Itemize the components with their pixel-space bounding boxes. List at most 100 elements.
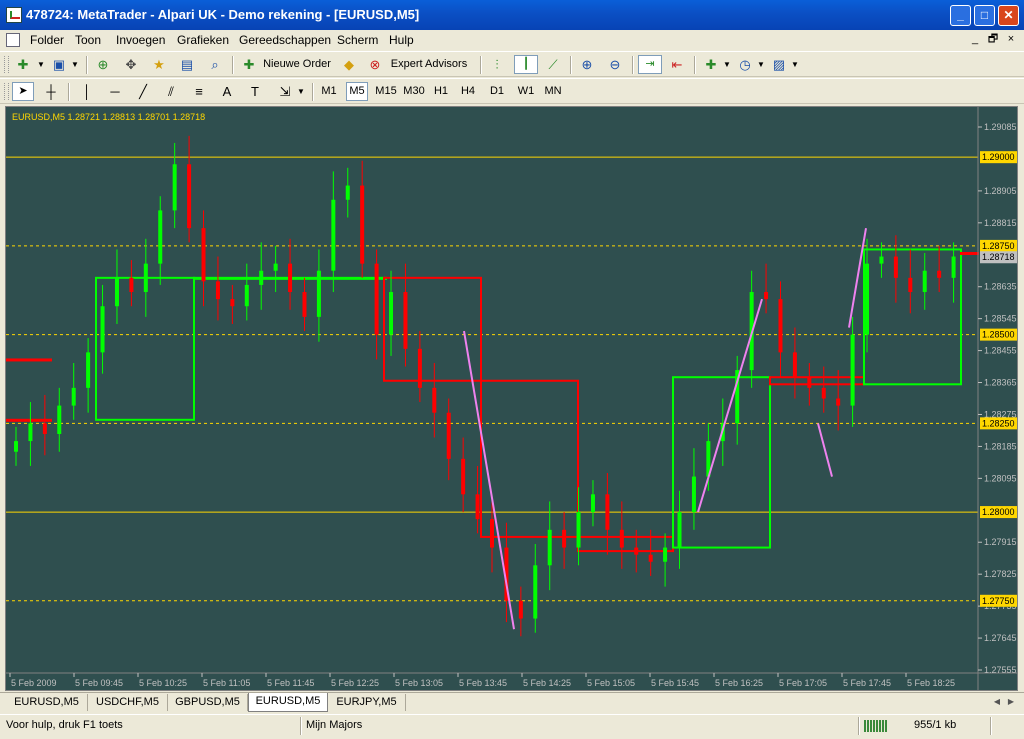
text-tool[interactable]: A [218, 83, 236, 101]
mdi-close-button[interactable]: × [1004, 32, 1018, 46]
equidistant-channel-icon[interactable]: ⫽ [162, 83, 180, 101]
dropdown-arrow-icon[interactable]: ▼ [32, 56, 50, 74]
navigator-icon[interactable]: ✥ [122, 56, 140, 74]
trendline-icon[interactable]: ╱ [134, 83, 152, 101]
expert-advisors-button[interactable]: Expert Advisors [388, 55, 470, 74]
chart-window[interactable]: 1.29085 1.28905 1.28815 1.28635 1.28545 1.284… [5, 106, 1018, 691]
chart-shift-icon[interactable]: ⇤ [668, 56, 686, 74]
time-axis-label: 5 Feb 11:45 [267, 678, 314, 688]
time-axis-label: 5 Feb 12:25 [331, 678, 379, 688]
menu-folder[interactable]: Folder [30, 33, 64, 47]
tab-usdchf-m5[interactable]: USDCHF,M5 [88, 694, 168, 711]
trend-line [697, 298, 763, 513]
zoom-out-icon[interactable]: ⊖ [606, 56, 624, 74]
candle-body [792, 352, 797, 378]
tab-gbpusd-m5[interactable]: GBPUSD,M5 [168, 694, 248, 711]
horizontal-line-icon[interactable]: ─ [106, 83, 124, 101]
menu-bar: Folder Toon Invoegen Grafieken Gereedsch… [0, 30, 1024, 50]
chart-document-icon[interactable] [6, 33, 20, 47]
candle-body [836, 398, 841, 406]
timeframe-d1-button[interactable]: D1 [487, 82, 507, 101]
menu-gereedschappen[interactable]: Gereedschappen [239, 33, 331, 47]
new-chart-icon[interactable]: ✚ [14, 56, 32, 74]
timeframe-m30-button[interactable]: M30 [401, 82, 427, 101]
metatrader-app-icon[interactable] [6, 7, 22, 23]
price-axis-label: 1.29085 [984, 122, 1017, 132]
line-chart-icon[interactable]: ⟋ [544, 56, 562, 74]
candle-body [302, 292, 307, 317]
price-level-label: 1.28500 [982, 330, 1015, 340]
tab-scroll-right-icon[interactable]: ▶ [1002, 693, 1020, 711]
favorites-icon[interactable]: ★ [150, 56, 168, 74]
timeframe-m5-button[interactable]: M5 [346, 82, 368, 101]
candle-body [42, 423, 47, 434]
current-price-label: 1.28718 [982, 252, 1015, 262]
candle-body [432, 387, 437, 413]
toolbar-grip[interactable] [4, 83, 9, 100]
trend-line [463, 330, 515, 630]
tab-eurjpy-m5[interactable]: EURJPY,M5 [328, 694, 406, 711]
timeframe-h1-button[interactable]: H1 [431, 82, 451, 101]
maximize-button[interactable]: □ [974, 5, 995, 26]
new-order-icon[interactable]: ✚ [240, 56, 258, 74]
toolbar-grip[interactable] [4, 56, 9, 73]
candle-body [590, 494, 595, 513]
menu-grafieken[interactable]: Grafieken [177, 33, 229, 47]
range-box [672, 376, 771, 549]
menu-scherm[interactable]: Scherm [337, 33, 378, 47]
timeframe-m15-button[interactable]: M15 [373, 82, 399, 101]
menu-toon[interactable]: Toon [75, 33, 101, 47]
new-order-button[interactable]: Nieuwe Order [262, 55, 332, 74]
close-button[interactable]: ✕ [998, 5, 1019, 26]
timeframe-m1-button[interactable]: M1 [318, 82, 340, 101]
price-axis-label: 1.28095 [984, 473, 1017, 483]
menu-hulp[interactable]: Hulp [389, 33, 414, 47]
bar-chart-icon[interactable]: ⫶ [488, 56, 506, 74]
candle-body [475, 494, 480, 520]
candle-body [345, 185, 350, 200]
candlestick-chart-button[interactable]: ┃ [514, 55, 538, 74]
auto-scroll-button[interactable]: ⇥ [638, 55, 662, 74]
terminal-icon[interactable]: ▤ [178, 56, 196, 74]
meta-editor-icon[interactable]: ◆ [340, 56, 358, 74]
zoom-in-icon[interactable]: ⊕ [578, 56, 596, 74]
vertical-line-icon[interactable]: │ [78, 83, 96, 101]
timeframe-w1-button[interactable]: W1 [515, 82, 537, 101]
timeframe-mn-button[interactable]: MN [542, 82, 564, 101]
mdi-minimize-button[interactable]: _ [968, 32, 982, 46]
time-axis-label: 5 Feb 2009 [11, 678, 57, 688]
price-chart[interactable]: 1.29085 1.28905 1.28815 1.28635 1.28545 1.284… [6, 107, 1017, 690]
status-separator [300, 717, 302, 735]
price-level-label: 1.28750 [982, 241, 1015, 251]
dropdown-arrow-icon[interactable]: ▼ [718, 56, 736, 74]
candle-body [331, 199, 336, 271]
tab-eurusd-m5-active[interactable]: EURUSD,M5 [248, 693, 328, 712]
tab-eurusd-m5[interactable]: EURUSD,M5 [6, 694, 88, 711]
candle-body [288, 263, 293, 293]
status-profile: Mijn Majors [306, 719, 363, 731]
price-level-label: 1.29000 [982, 152, 1015, 162]
dropdown-arrow-icon[interactable]: ▼ [66, 56, 84, 74]
minimize-button[interactable]: _ [950, 5, 971, 26]
dropdown-arrow-icon[interactable]: ▼ [786, 56, 804, 74]
dropdown-arrow-icon[interactable]: ▼ [292, 83, 310, 101]
candlesticks [14, 135, 956, 637]
cursor-button[interactable]: ➤ [12, 82, 34, 101]
menu-invoegen[interactable]: Invoegen [116, 33, 165, 47]
toolbar-separator [86, 56, 88, 74]
candle-body [562, 529, 567, 548]
text-label-icon[interactable]: T [246, 83, 264, 101]
expert-advisors-icon[interactable]: ⊗ [366, 56, 384, 74]
market-watch-icon[interactable]: ⊕ [94, 56, 112, 74]
strategy-tester-icon[interactable]: ⌕ [206, 56, 224, 74]
dropdown-arrow-icon[interactable]: ▼ [752, 56, 770, 74]
drawing-toolbar: ➤ ┼ │ ─ ╱ ⫽ ≡ A T ⇲ ▼ M1 M5 M15 M30 H1 H… [0, 78, 1024, 104]
mdi-restore-button[interactable]: 🗗 [986, 32, 1000, 46]
crosshair-icon[interactable]: ┼ [42, 83, 60, 101]
price-axis-label: 1.27645 [984, 633, 1017, 643]
fibonacci-icon[interactable]: ≡ [190, 83, 208, 101]
candle-body [360, 185, 365, 264]
timeframe-h4-button[interactable]: H4 [458, 82, 478, 101]
candle-body [129, 277, 134, 293]
candle-body [850, 334, 855, 406]
